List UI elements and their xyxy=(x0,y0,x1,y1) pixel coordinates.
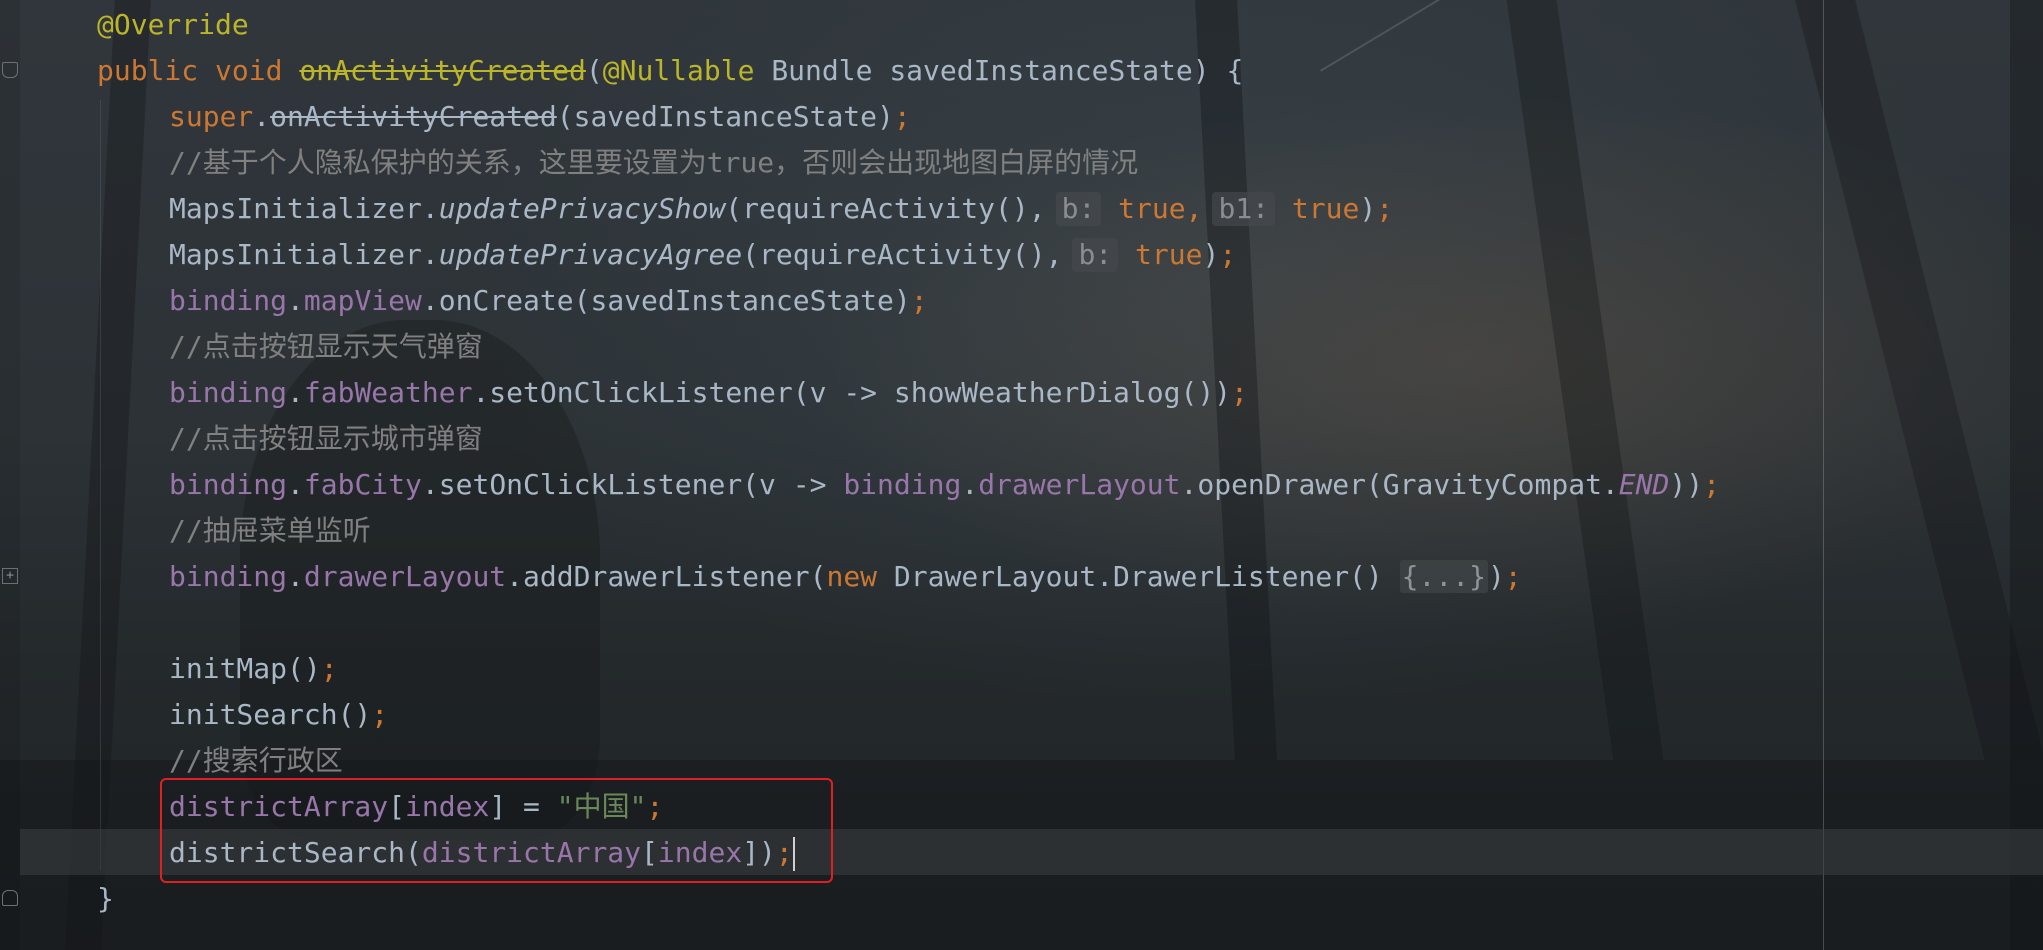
semicolon: ; xyxy=(1231,376,1248,409)
keyword: public xyxy=(97,54,199,87)
field: fabWeather xyxy=(303,376,473,409)
field: drawerLayout xyxy=(978,468,1181,501)
comment: //搜索行政区 xyxy=(169,744,343,777)
semicolon: ; xyxy=(1219,238,1237,271)
field: fabCity xyxy=(303,468,422,501)
method-name: onActivityCreated xyxy=(299,54,586,87)
code-line[interactable]: binding.drawerLayout.addDrawerListener(n… xyxy=(97,554,1522,600)
keyword: super xyxy=(169,100,254,133)
method-call: onActivityCreated xyxy=(270,100,557,133)
field: mapView xyxy=(303,284,422,317)
code-line[interactable]: initSearch(); xyxy=(97,692,388,738)
fold-end-icon[interactable] xyxy=(2,890,18,906)
code-line[interactable]: binding.mapView.onCreate(savedInstanceSt… xyxy=(97,278,928,324)
editor-gutter[interactable]: + xyxy=(0,0,20,950)
code-line[interactable]: MapsInitializer.updatePrivacyAgree(requi… xyxy=(97,232,1236,278)
wallpaper-pillar xyxy=(1795,0,2043,760)
method-call: updatePrivacyAgree xyxy=(438,238,743,271)
param-hint: b: xyxy=(1055,192,1102,226)
constant: END xyxy=(1618,468,1670,501)
dot: . xyxy=(253,100,271,133)
dot: . xyxy=(287,284,304,317)
code-line[interactable]: //基于个人隐私保护的关系，这里要设置为true，否则会出现地图白屏的情况 xyxy=(97,140,1138,186)
right-margin-guide xyxy=(1823,0,1824,950)
method-call: .openDrawer(GravityCompat. xyxy=(1180,468,1619,501)
field: binding xyxy=(169,376,288,409)
keyword: true xyxy=(1135,238,1203,271)
param-hint: b: xyxy=(1072,238,1119,272)
semicolon: ; xyxy=(1504,560,1522,593)
field: binding xyxy=(843,468,962,501)
method-call: initSearch() xyxy=(169,698,372,731)
closing-brace: } xyxy=(97,882,114,915)
semicolon: ; xyxy=(1376,192,1394,225)
semicolon: ; xyxy=(893,100,911,133)
paren: )) xyxy=(1669,468,1704,501)
arguments: (savedInstanceState) xyxy=(556,100,894,133)
code-line[interactable]: //抽屉菜单监听 xyxy=(97,508,371,554)
class-ref: MapsInitializer. xyxy=(169,192,439,225)
paren: ) xyxy=(1359,192,1377,225)
comment: //点击按钮显示城市弹窗 xyxy=(169,422,483,455)
red-highlight-box xyxy=(160,778,833,883)
dot: . xyxy=(961,468,979,501)
code-editor[interactable]: + @Override public void onActivityCreate… xyxy=(0,0,2043,950)
semicolon: ; xyxy=(910,284,928,317)
method-call: .setOnClickListener(v -> showWeatherDial… xyxy=(472,376,1232,409)
annotation: @Override xyxy=(97,8,249,41)
field: binding xyxy=(169,560,288,593)
semicolon: ; xyxy=(1703,468,1720,501)
comment: //基于个人隐私保护的关系，这里要设置为true，否则会出现地图白屏的情况 xyxy=(169,146,1139,179)
method-call: .onCreate(savedInstanceState) xyxy=(421,284,911,317)
keyword: void xyxy=(215,54,283,87)
keyword: true xyxy=(1118,192,1186,225)
code-line[interactable]: initMap(); xyxy=(97,646,338,692)
field: drawerLayout xyxy=(303,560,507,593)
comment: //点击按钮显示天气弹窗 xyxy=(169,330,483,363)
arguments: (requireActivity(), xyxy=(725,192,1046,225)
folded-block[interactable]: {...} xyxy=(1399,560,1488,593)
semicolon: ; xyxy=(371,698,389,731)
wallpaper-pillar xyxy=(1506,0,1664,760)
arguments: (requireActivity(), xyxy=(742,238,1063,271)
keyword: true xyxy=(1291,192,1360,225)
paren: ( xyxy=(585,54,603,87)
paren: ) xyxy=(1487,560,1505,593)
code-line[interactable]: binding.fabCity.setOnClickListener(v -> … xyxy=(97,462,1720,508)
code-line[interactable]: public void onActivityCreated(@Nullable … xyxy=(97,48,1243,94)
dot: . xyxy=(287,376,304,409)
method-call: .setOnClickListener(v -> xyxy=(421,468,844,501)
class-ref: MapsInitializer. xyxy=(169,238,439,271)
wallpaper-pillar xyxy=(2010,0,2043,950)
comment: //抽屉菜单监听 xyxy=(169,514,371,547)
code-line[interactable]: binding.fabWeather.setOnClickListener(v … xyxy=(97,370,1248,416)
param-hint: b1: xyxy=(1212,192,1276,226)
paren: ) xyxy=(1202,238,1220,271)
parameters: Bundle savedInstanceState) { xyxy=(754,54,1244,87)
fold-collapse-icon[interactable] xyxy=(2,62,18,78)
fold-expand-icon[interactable]: + xyxy=(2,568,18,584)
semicolon: ; xyxy=(320,652,338,685)
code-line[interactable]: @Override xyxy=(97,2,249,48)
code-line[interactable]: //点击按钮显示城市弹窗 xyxy=(97,416,483,462)
class-ref: DrawerLayout.DrawerListener() xyxy=(877,560,1400,593)
comma: , xyxy=(1185,192,1203,225)
wallpaper-contrail xyxy=(1320,0,1682,72)
code-line[interactable]: MapsInitializer.updatePrivacyShow(requir… xyxy=(97,186,1393,232)
code-line[interactable]: } xyxy=(97,876,114,922)
method-call: updatePrivacyShow xyxy=(438,192,726,225)
code-line[interactable]: super.onActivityCreated(savedInstanceSta… xyxy=(97,94,911,140)
method-call: .addDrawerListener( xyxy=(506,560,827,593)
field: binding xyxy=(169,284,288,317)
annotation: @Nullable xyxy=(602,54,755,87)
dot: . xyxy=(287,560,304,593)
method-call: initMap() xyxy=(169,652,321,685)
code-line[interactable]: //点击按钮显示天气弹窗 xyxy=(97,324,483,370)
keyword: new xyxy=(826,560,878,593)
dot: . xyxy=(287,468,304,501)
field: binding xyxy=(169,468,288,501)
